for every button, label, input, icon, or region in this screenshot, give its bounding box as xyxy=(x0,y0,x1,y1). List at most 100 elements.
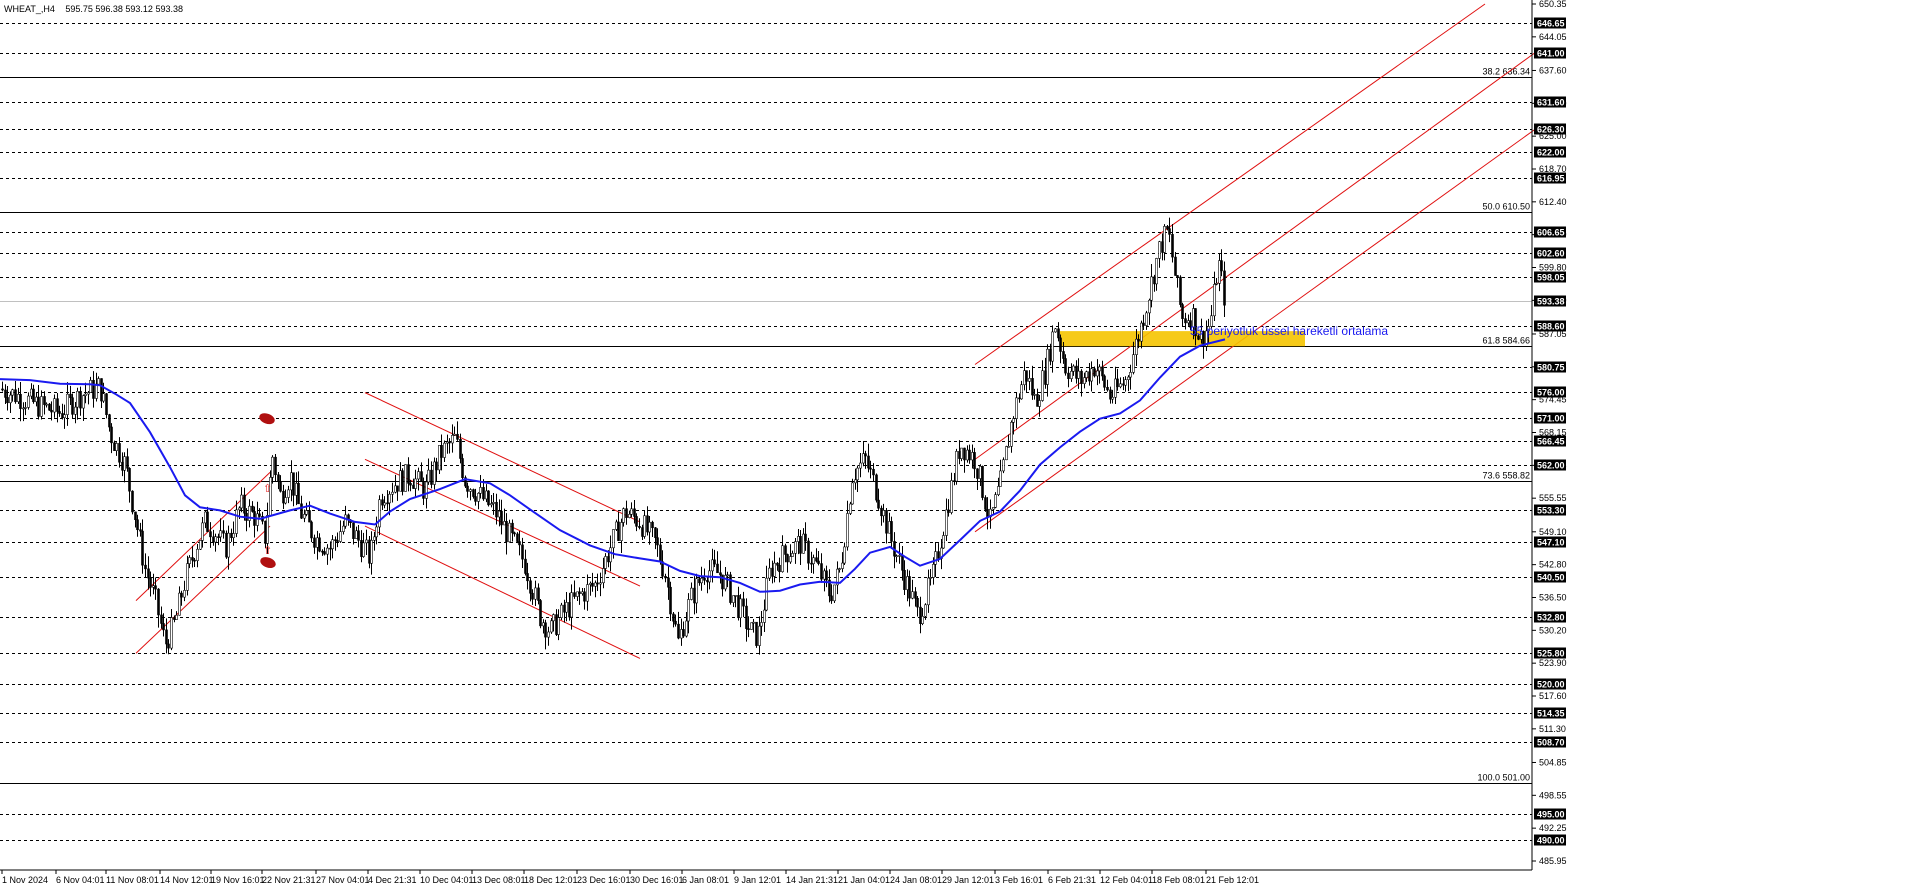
y-tick-label: 599.80 xyxy=(1539,263,1567,273)
candle-body xyxy=(768,567,771,579)
candle-body xyxy=(407,464,410,484)
candle-body xyxy=(1114,378,1117,398)
candle-body xyxy=(173,617,176,620)
candle-body xyxy=(1127,376,1130,380)
x-tick-label: 1 Nov 2024 xyxy=(2,875,48,885)
candle-body xyxy=(690,587,693,600)
level-badge-label: 602.60 xyxy=(1537,249,1565,259)
plot-background xyxy=(0,0,1532,870)
candle-body xyxy=(303,514,306,519)
candle-body xyxy=(162,623,165,631)
candle-body xyxy=(752,621,755,624)
candle-body xyxy=(622,508,625,523)
candle-body xyxy=(1002,459,1005,472)
candle-body xyxy=(417,471,420,480)
candle-body xyxy=(84,393,87,396)
candle-body xyxy=(313,537,316,548)
candle-body xyxy=(1072,365,1075,372)
candle-body xyxy=(76,390,79,408)
candle-body xyxy=(807,540,810,564)
candle-body xyxy=(300,503,303,519)
level-badge-label: 571.00 xyxy=(1537,414,1565,424)
candle-body xyxy=(199,540,202,550)
candle-body xyxy=(947,509,950,513)
candle-body xyxy=(474,496,477,502)
candle-body xyxy=(310,521,313,539)
candle-body xyxy=(513,532,516,535)
candle-body xyxy=(1150,276,1153,301)
candle-body xyxy=(557,617,560,635)
candle-body xyxy=(1,388,4,391)
candle-body xyxy=(867,455,870,469)
candle-body xyxy=(1129,372,1132,378)
ohlc-values: 595.75 596.38 593.12 593.38 xyxy=(65,4,183,14)
candle-body xyxy=(14,389,17,403)
candle-body xyxy=(58,411,61,414)
candle-body xyxy=(1187,320,1190,324)
time-axis: 1 Nov 2024 6 Nov 04:01 11 Nov 08:01 14 Nov … xyxy=(1,870,1259,885)
candle-body xyxy=(32,388,35,403)
candle-body xyxy=(908,576,911,599)
candle-body xyxy=(578,591,581,594)
candle-body xyxy=(1083,377,1086,384)
candle-body xyxy=(274,456,277,476)
candle-body xyxy=(222,530,225,534)
candle-body xyxy=(776,562,779,566)
candle-body xyxy=(472,489,475,497)
candle-body xyxy=(963,447,966,461)
candle-body xyxy=(370,540,373,564)
candle-body xyxy=(602,568,605,584)
candle-body xyxy=(703,577,706,581)
level-badge-label: 520.00 xyxy=(1537,680,1565,690)
candle-body xyxy=(123,456,126,471)
candle-body xyxy=(687,599,690,622)
candle-body xyxy=(656,537,659,546)
x-tick-label: 14 Jan 21:31 xyxy=(786,875,838,885)
candle-body xyxy=(950,480,953,513)
candle-body xyxy=(1153,276,1156,285)
candle-body xyxy=(1005,446,1008,461)
candle-body xyxy=(74,406,77,415)
fibonacci-level-label: 38.2 636.34 xyxy=(1482,67,1530,77)
level-badge-label: 622.00 xyxy=(1537,148,1565,158)
candle-body xyxy=(672,613,675,622)
candle-body xyxy=(149,577,152,588)
candle-body xyxy=(201,522,204,541)
candle-body xyxy=(339,531,342,542)
candle-body xyxy=(849,503,852,514)
candle-body xyxy=(531,592,534,600)
candle-body xyxy=(760,622,763,627)
level-badge-label: 566.45 xyxy=(1537,437,1565,447)
candle-body xyxy=(898,555,901,557)
candle-body xyxy=(11,389,14,396)
y-tick-label: 644.05 xyxy=(1539,32,1567,42)
candle-body xyxy=(492,501,495,504)
candle-body xyxy=(612,529,615,549)
candle-body xyxy=(214,536,217,543)
candle-body xyxy=(1155,258,1158,285)
candle-body xyxy=(141,530,144,566)
candle-body xyxy=(903,570,906,590)
candle-body xyxy=(1140,322,1143,342)
x-tick-label: 23 Dec 16:01 xyxy=(577,875,631,885)
level-badge-label: 495.00 xyxy=(1537,810,1565,820)
level-badge-label: 646.65 xyxy=(1537,19,1565,29)
candle-body xyxy=(456,433,459,440)
candle-body xyxy=(131,490,134,513)
candle-body xyxy=(685,620,688,637)
candle-body xyxy=(1044,370,1047,385)
candle-body xyxy=(1137,338,1140,342)
candle-body xyxy=(404,464,407,492)
candle-body xyxy=(193,559,196,562)
y-tick-label: 612.40 xyxy=(1539,197,1567,207)
level-badge-label: 532.80 xyxy=(1537,613,1565,623)
candle-body xyxy=(1161,241,1164,253)
candle-body xyxy=(1174,256,1177,276)
candle-body xyxy=(219,530,222,538)
candle-body xyxy=(633,508,636,517)
candle-body xyxy=(27,395,30,408)
candle-body xyxy=(180,592,183,598)
candle-body xyxy=(251,505,254,512)
candle-body xyxy=(651,521,654,529)
candle-body xyxy=(999,470,1002,487)
